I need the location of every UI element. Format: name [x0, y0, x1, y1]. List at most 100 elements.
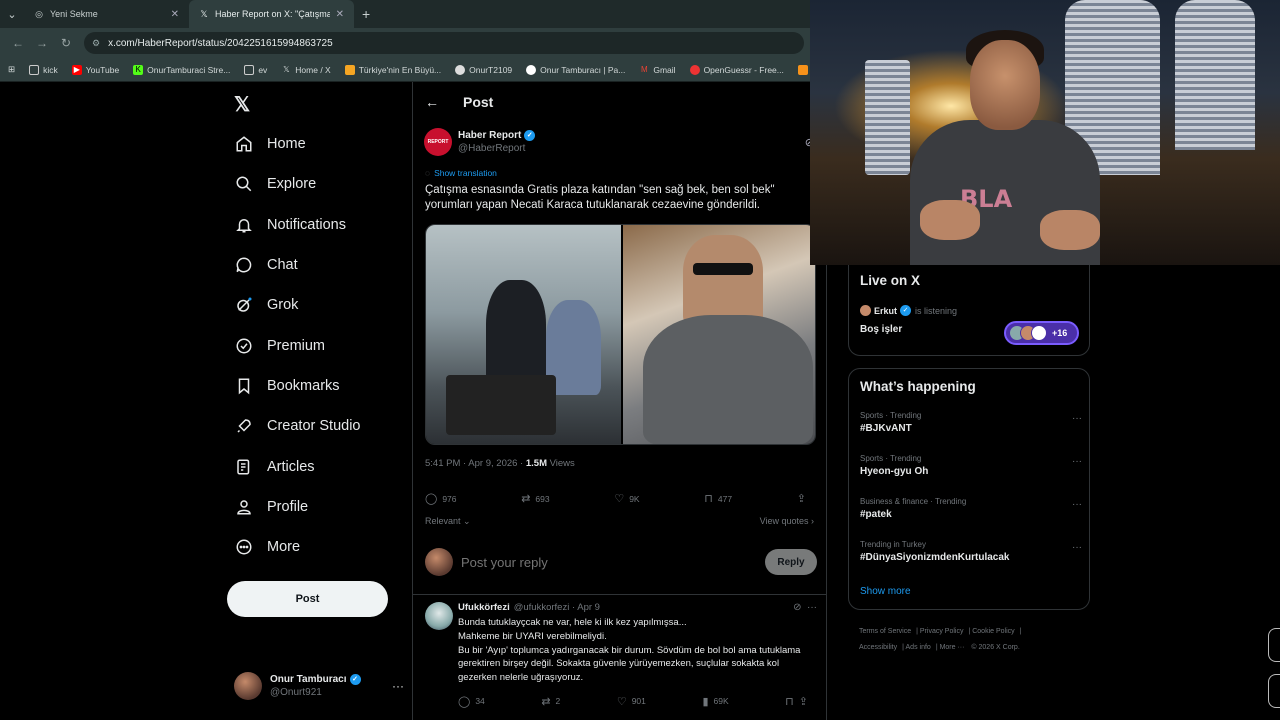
account-switcher[interactable]: Onur Tamburacı ✓ @Onurt921 ···: [234, 672, 404, 700]
sidebar-item-profile[interactable]: Profile: [234, 487, 361, 527]
more-icon[interactable]: ···: [1072, 499, 1082, 510]
tab-title: Yeni Sekme: [50, 9, 98, 19]
bookmark-label: Onur Tamburacı | Pa...: [540, 64, 626, 75]
reply-action[interactable]: ◯ 34: [458, 695, 485, 708]
more-icon[interactable]: ···: [1072, 456, 1082, 467]
url-field[interactable]: ⚙ x.com/HaberReport/status/2042251615994…: [84, 32, 804, 54]
sidebar-item-chat[interactable]: Chat: [234, 245, 361, 285]
author-name[interactable]: Haber Report: [458, 130, 521, 141]
footer-link[interactable]: More ···: [940, 644, 965, 651]
new-tab-button[interactable]: +: [362, 6, 370, 22]
show-more-link[interactable]: Show more: [860, 586, 911, 597]
post-button[interactable]: Post: [227, 581, 388, 617]
author-handle[interactable]: @HaberReport: [458, 143, 535, 154]
sidebar-item-explore[interactable]: Explore: [234, 164, 361, 204]
footer-link[interactable]: Privacy Policy: [920, 628, 964, 635]
sidebar-item-premium[interactable]: Premium: [234, 325, 361, 365]
apps-icon[interactable]: ⊞: [8, 64, 15, 75]
browser-tab-active[interactable]: 𝕏 Haber Report on X: "Çatışma es ✕: [189, 0, 354, 28]
post-time[interactable]: 5:41 PM · Apr 9, 2026 ·: [425, 458, 526, 469]
sidebar-item-label: Profile: [267, 498, 309, 515]
repost-action[interactable]: ⇄ 2: [541, 695, 560, 708]
sidebar-item-label: Chat: [267, 257, 298, 274]
reply-tweet[interactable]: Ufukkörfezi @ufukkorfezi · Apr 9 ⊘ ··· B…: [425, 602, 817, 708]
live-user[interactable]: Erkut ✓ is listening: [860, 305, 957, 316]
bookmark-item[interactable]: 𝕏 Home / X: [281, 65, 331, 75]
bookmark-label: kick: [43, 64, 58, 75]
reply-author-handle[interactable]: @ufukkorfezi · Apr 9: [514, 602, 600, 613]
sidebar-item-home[interactable]: Home: [234, 124, 361, 164]
views-count: 1.5M: [525, 458, 547, 469]
media-image-right[interactable]: [623, 225, 815, 444]
edge-tab-button[interactable]: [1268, 674, 1280, 708]
sidebar-item-articles[interactable]: Articles: [234, 446, 361, 486]
translate-icon: ◌: [425, 168, 431, 178]
footer-link[interactable]: Cookie Policy: [972, 628, 1014, 635]
close-icon[interactable]: ✕: [336, 9, 344, 20]
forward-button[interactable]: →: [30, 31, 54, 55]
live-space-title[interactable]: Boş işler: [860, 324, 902, 335]
sidebar-item-more[interactable]: More: [234, 527, 361, 567]
more-icon[interactable]: ···: [1072, 542, 1082, 553]
bookmark-item[interactable]: ▶ YouTube: [71, 64, 119, 75]
author-avatar[interactable]: REPORT: [424, 128, 452, 156]
footer-link[interactable]: Accessibility: [859, 644, 897, 651]
trend-item[interactable]: Sports · Trending #BJKvANT ···: [860, 411, 1082, 434]
bookmark-action[interactable]: ⊓ 477: [704, 492, 732, 505]
more-icon[interactable]: ···: [1072, 413, 1082, 424]
sidebar-item-notifications[interactable]: Notifications: [234, 205, 361, 245]
back-arrow-icon[interactable]: ←: [425, 94, 455, 110]
footer-link[interactable]: Ads info: [906, 644, 931, 651]
views-action[interactable]: ▮ 69K: [702, 695, 728, 708]
share-action[interactable]: ⇪: [797, 492, 811, 505]
close-icon[interactable]: ✕: [171, 9, 179, 20]
sidebar-item-creator-studio[interactable]: Creator Studio: [234, 406, 361, 446]
more-icon[interactable]: ···: [392, 679, 404, 693]
globe-icon: ◎: [35, 8, 43, 19]
reply-input[interactable]: [461, 554, 765, 570]
trend-item[interactable]: Sports · Trending Hyeon-gyu Oh ···: [860, 454, 1082, 477]
reply-author-name[interactable]: Ufukkörfezi: [458, 602, 510, 613]
sidebar-item-bookmarks[interactable]: Bookmarks: [234, 366, 361, 406]
bookmark-item[interactable]: kick: [29, 64, 58, 75]
like-action[interactable]: ♡ 9K: [614, 492, 639, 505]
article-icon: [234, 457, 254, 477]
hand-shape: [920, 200, 980, 240]
page-title: Post: [463, 94, 494, 110]
bookmark-item[interactable]: Türkiye'nin En Büyü...: [344, 64, 441, 75]
like-count: 901: [631, 696, 646, 707]
trend-item[interactable]: Trending in Turkey #DünyaSiyonizmdenKurt…: [860, 540, 1082, 563]
post-media[interactable]: [425, 224, 816, 445]
grok-and-more-icons[interactable]: ⊘ ···: [793, 602, 817, 613]
avatar[interactable]: [425, 602, 453, 630]
sidebar-item-grok[interactable]: Grok: [234, 285, 361, 325]
bookmark-item[interactable]: Onur Tamburacı | Pa...: [526, 64, 626, 75]
view-quotes-link[interactable]: View quotes ›: [760, 516, 814, 526]
bookmark-share-actions[interactable]: ⊓ ⇪: [785, 695, 813, 708]
site-info-icon[interactable]: ⚙: [92, 38, 100, 49]
bookmark-item[interactable]: ev: [244, 64, 267, 75]
show-translation-link[interactable]: ◌ Show translation: [425, 168, 497, 178]
bookmark-icon: [234, 376, 254, 396]
bookmark-item[interactable]: M Gmail: [639, 65, 676, 75]
media-image-left[interactable]: [426, 225, 621, 444]
bookmark-item[interactable]: K OnurTamburaci Stre...: [133, 64, 230, 75]
footer-link[interactable]: Terms of Service: [859, 628, 911, 635]
reply-button[interactable]: Reply: [765, 549, 817, 575]
repost-action[interactable]: ⇄ 693: [521, 492, 549, 505]
tab-list-button[interactable]: ⌄: [0, 0, 24, 28]
bookmark-item[interactable]: OpenGuessr - Free...: [689, 64, 784, 75]
bookmark-item[interactable]: OnurT2109: [455, 64, 512, 75]
reload-button[interactable]: ↻: [54, 31, 78, 55]
trend-item[interactable]: Business & finance · Trending #patek ···: [860, 497, 1082, 520]
reply-sort-dropdown[interactable]: Relevant ⌄: [425, 516, 471, 527]
edge-tab-button[interactable]: [1268, 628, 1280, 662]
back-button[interactable]: ←: [6, 31, 30, 55]
like-action[interactable]: ♡ 901: [617, 695, 646, 708]
bookmark-item[interactable]: Ma: [797, 64, 810, 75]
live-listeners[interactable]: +16: [1004, 321, 1079, 345]
search-icon: [234, 174, 254, 194]
browser-tab[interactable]: ◎ Yeni Sekme ✕: [24, 0, 189, 28]
reply-action[interactable]: ◯ 976: [425, 492, 457, 505]
x-logo-icon[interactable]: 𝕏: [234, 92, 250, 117]
